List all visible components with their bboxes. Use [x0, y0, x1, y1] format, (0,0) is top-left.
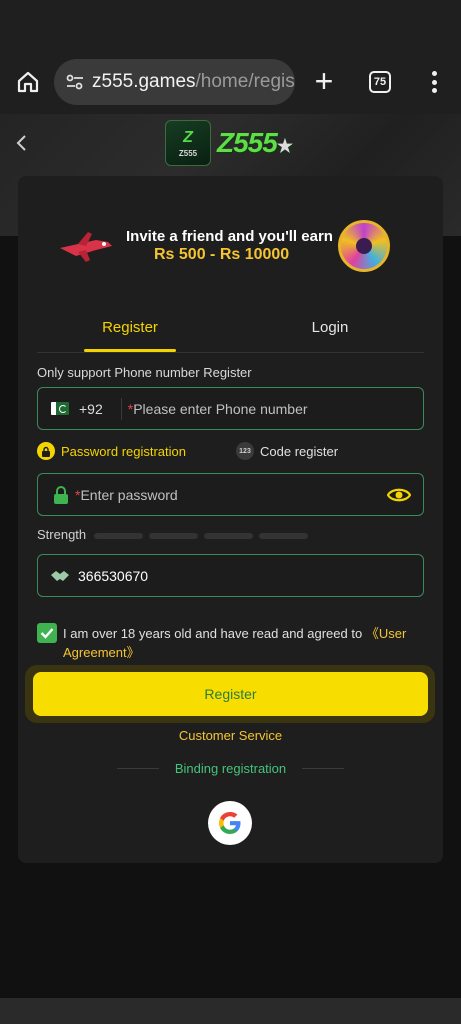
code-register-label: Code register [260, 443, 339, 459]
phone-only-hint: Only support Phone number Register [37, 365, 252, 380]
invite-code-input[interactable]: 366530670 [78, 568, 148, 584]
strength-segment [94, 533, 143, 539]
banner-amount: Rs 500 - Rs 10000 [154, 246, 290, 263]
star-icon: ★ [276, 136, 293, 156]
google-login-button[interactable] [208, 801, 252, 845]
password-lock-icon [53, 485, 69, 504]
banner-headline: Invite a friend and you'll earn [126, 228, 333, 245]
browser-toolbar: z555.games/home/regis + 75 [0, 50, 461, 114]
password-registration-label: Password registration [61, 443, 186, 459]
phone-field[interactable]: +92 * Please enter Phone number [37, 387, 424, 430]
binding-registration-label: Binding registration [174, 761, 287, 776]
strength-segment [149, 533, 198, 539]
system-navigation-bar [0, 998, 461, 1024]
site-settings-icon[interactable] [64, 71, 86, 93]
password-input[interactable]: Enter password [80, 487, 177, 503]
lock-icon [37, 442, 55, 460]
url-host: z555.games [92, 71, 196, 92]
google-icon [219, 812, 241, 834]
numeric-code-icon: 123 [236, 442, 254, 460]
brand-wordmark: Z555★ [217, 127, 293, 159]
code-register-option[interactable]: 123 Code register [236, 442, 338, 460]
strength-label: Strength [37, 527, 87, 542]
app-logo-label: Z555 [178, 148, 198, 158]
airplane-icon [60, 232, 112, 262]
handshake-icon [50, 568, 70, 584]
password-registration-option[interactable]: Password registration [37, 442, 186, 460]
country-code[interactable]: +92 [79, 401, 103, 417]
agreement-statement: I am over 18 years old and have read and… [63, 626, 363, 641]
tab-login[interactable]: Login [272, 316, 388, 356]
agreement-text: I am over 18 years old and have read and… [63, 624, 423, 662]
home-icon[interactable] [12, 66, 44, 98]
prize-wheel-center [356, 238, 372, 254]
new-tab-button[interactable]: + [310, 64, 338, 100]
agree-checkbox[interactable] [37, 623, 57, 643]
app-logo-mark: Z [183, 128, 193, 146]
status-bar [0, 0, 461, 50]
show-password-eye-icon[interactable] [387, 485, 411, 505]
password-field[interactable]: * Enter password [37, 473, 424, 516]
address-bar[interactable]: z555.games/home/regis [54, 59, 295, 105]
brand-wordmark-text: Z555 [217, 127, 278, 158]
pakistan-flag-icon[interactable] [51, 402, 69, 415]
site-logo: Z Z555 Z555★ [165, 120, 293, 166]
more-menu-icon[interactable] [424, 68, 444, 96]
url-text: z555.games/home/regis [92, 71, 295, 93]
field-separator [120, 397, 122, 420]
customer-service-link[interactable]: Customer Service [0, 728, 461, 743]
strength-segment [204, 533, 253, 539]
strength-segment [259, 533, 308, 539]
tab-switcher-button[interactable]: 75 [369, 71, 391, 93]
url-path: /home/regis [195, 71, 295, 92]
phone-input[interactable]: Please enter Phone number [133, 401, 307, 417]
tab-divider [37, 352, 424, 353]
invite-banner[interactable]: Invite a friend and you'll earn Rs 500 -… [38, 198, 394, 282]
back-arrow-icon[interactable] [8, 130, 34, 156]
invite-code-field[interactable]: 366530670 [37, 554, 424, 597]
app-logo-icon: Z Z555 [165, 120, 211, 166]
register-button[interactable]: Register [33, 672, 428, 716]
